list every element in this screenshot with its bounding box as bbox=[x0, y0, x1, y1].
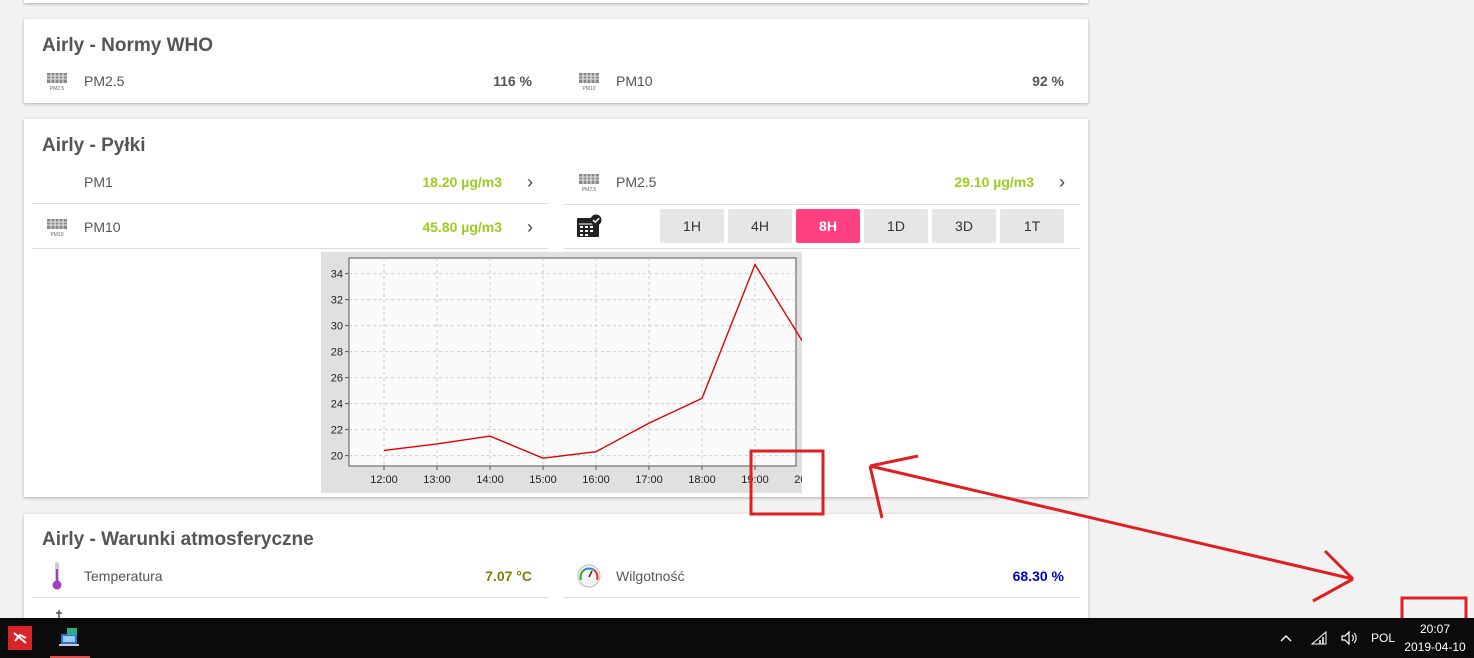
plot-area bbox=[348, 257, 797, 467]
range-row-separator bbox=[564, 204, 1080, 205]
language-indicator[interactable]: POL bbox=[1366, 628, 1400, 648]
range-selector: 1H 4H 8H 1D 3D 1T bbox=[660, 209, 1064, 243]
pm25-icon: PM2.5 bbox=[44, 71, 70, 91]
calendar-icon bbox=[576, 214, 602, 243]
x-tick-label: 20:00 bbox=[794, 474, 802, 486]
row-label: PM2.5 bbox=[84, 73, 125, 89]
range-row-bottom-separator bbox=[564, 248, 1080, 249]
pollen-row-pm25[interactable]: PM2.5 PM2.5 29.10 µg/m3 › bbox=[564, 161, 1080, 203]
svg-text:PM2.5: PM2.5 bbox=[582, 187, 597, 192]
show-hidden-icons-chevron-icon[interactable] bbox=[1276, 628, 1296, 648]
x-tick-label: 13:00 bbox=[423, 474, 451, 486]
row-value: 116 % bbox=[493, 73, 532, 89]
row-value: 45.80 µg/m3 bbox=[422, 219, 502, 235]
clock-date: 2019-04-10 bbox=[1404, 640, 1466, 654]
weather-row-temperature: Temperatura 7.07 °C bbox=[32, 555, 548, 598]
no-entry-icon bbox=[13, 632, 27, 644]
weather-card: Airly - Warunki atmosferyczne Temperatur… bbox=[24, 514, 1088, 624]
line-chart: 20 22 24 26 28 30 32 34 12:00 13:00 14:00 15:00 16:… bbox=[331, 257, 822, 486]
y-tick-label: 28 bbox=[331, 347, 343, 359]
row-value: 18.20 µg/m3 bbox=[422, 174, 502, 190]
y-tick-label: 30 bbox=[331, 321, 343, 333]
row-label: PM2.5 bbox=[616, 174, 657, 190]
chevron-right-icon[interactable]: › bbox=[518, 217, 542, 238]
chart-panel: 20 22 24 26 28 30 32 34 12:00 13:00 14:00 15:00 16:… bbox=[321, 252, 822, 493]
card-title: Airly - Pyłki bbox=[42, 135, 146, 156]
x-tick-label: 15:00 bbox=[529, 474, 557, 486]
y-tick-label: 24 bbox=[331, 399, 343, 411]
row-label: PM10 bbox=[84, 219, 121, 235]
range-button-1t[interactable]: 1T bbox=[1000, 209, 1064, 243]
y-tick-label: 32 bbox=[331, 295, 343, 307]
card-title: Airly - Warunki atmosferyczne bbox=[42, 529, 314, 550]
row-label: PM10 bbox=[616, 73, 653, 89]
svg-text:PM10: PM10 bbox=[582, 86, 595, 91]
range-button-1h[interactable]: 1H bbox=[660, 209, 724, 243]
clock-time: 20:07 bbox=[1419, 622, 1451, 636]
range-button-3d[interactable]: 3D bbox=[932, 209, 996, 243]
x-tick-label: 14:00 bbox=[476, 474, 504, 486]
pm25-icon: PM2.5 bbox=[576, 172, 602, 192]
wifi-icon[interactable] bbox=[1308, 628, 1330, 648]
pollen-row-pm1[interactable]: PM1 18.20 µg/m3 › bbox=[32, 161, 548, 204]
thermometer-icon bbox=[44, 562, 70, 590]
y-tick-label: 22 bbox=[331, 425, 343, 437]
x-tick-label: 19:00 bbox=[741, 474, 769, 486]
taskbar-clock[interactable]: 20:07 2019-04-10 bbox=[1404, 618, 1466, 658]
row-label: PM1 bbox=[84, 174, 113, 190]
x-tick-label: 18:00 bbox=[688, 474, 716, 486]
svg-text:PM2.5: PM2.5 bbox=[50, 86, 65, 91]
row-value: 92 % bbox=[1032, 73, 1064, 89]
who-norms-card: Airly - Normy WHO PM2.5 PM2.5 116 % PM10… bbox=[24, 19, 1088, 103]
row-label: Temperatura bbox=[84, 568, 163, 584]
range-button-1d[interactable]: 1D bbox=[864, 209, 928, 243]
pm10-icon: PM10 bbox=[44, 217, 70, 237]
y-tick-label: 34 bbox=[331, 269, 343, 281]
volume-icon[interactable] bbox=[1338, 628, 1360, 648]
app-button-network[interactable] bbox=[50, 618, 90, 658]
pm10-icon: PM10 bbox=[576, 71, 602, 91]
row-value: 68.30 % bbox=[1012, 568, 1064, 584]
humidity-gauge-icon bbox=[576, 564, 602, 588]
row-value: 7.07 °C bbox=[485, 568, 532, 584]
range-button-8h[interactable]: 8H bbox=[796, 209, 860, 243]
row-value: 29.10 µg/m3 bbox=[954, 174, 1034, 190]
previous-card bbox=[24, 0, 1088, 3]
chevron-right-icon[interactable]: › bbox=[1050, 172, 1074, 193]
svg-text:PM10: PM10 bbox=[50, 232, 63, 237]
y-tick-label: 26 bbox=[331, 373, 343, 385]
blank-icon bbox=[44, 172, 70, 192]
range-button-4h[interactable]: 4H bbox=[728, 209, 792, 243]
x-tick-label: 17:00 bbox=[635, 474, 663, 486]
pollen-row-pm10[interactable]: PM10 PM10 45.80 µg/m3 › bbox=[32, 206, 548, 249]
x-tick-label: 16:00 bbox=[582, 474, 610, 486]
computer-network-icon bbox=[59, 628, 79, 646]
taskbar: POL 20:07 2019-04-10 bbox=[0, 618, 1474, 658]
chevron-right-icon[interactable]: › bbox=[518, 172, 542, 193]
who-row-pm10: PM10 PM10 92 % bbox=[556, 60, 1080, 102]
y-tick-label: 20 bbox=[331, 451, 343, 463]
pollen-card: Airly - Pyłki PM1 18.20 µg/m3 › PM2.5 PM… bbox=[24, 119, 1088, 497]
x-tick-label: 12:00 bbox=[370, 474, 398, 486]
card-title: Airly - Normy WHO bbox=[42, 35, 214, 56]
app-button-red[interactable] bbox=[8, 626, 32, 650]
weather-row-humidity: Wilgotność 68.30 % bbox=[564, 555, 1080, 598]
who-row-pm25: PM2.5 PM2.5 116 % bbox=[24, 60, 548, 102]
row-label: Wilgotność bbox=[616, 568, 685, 584]
